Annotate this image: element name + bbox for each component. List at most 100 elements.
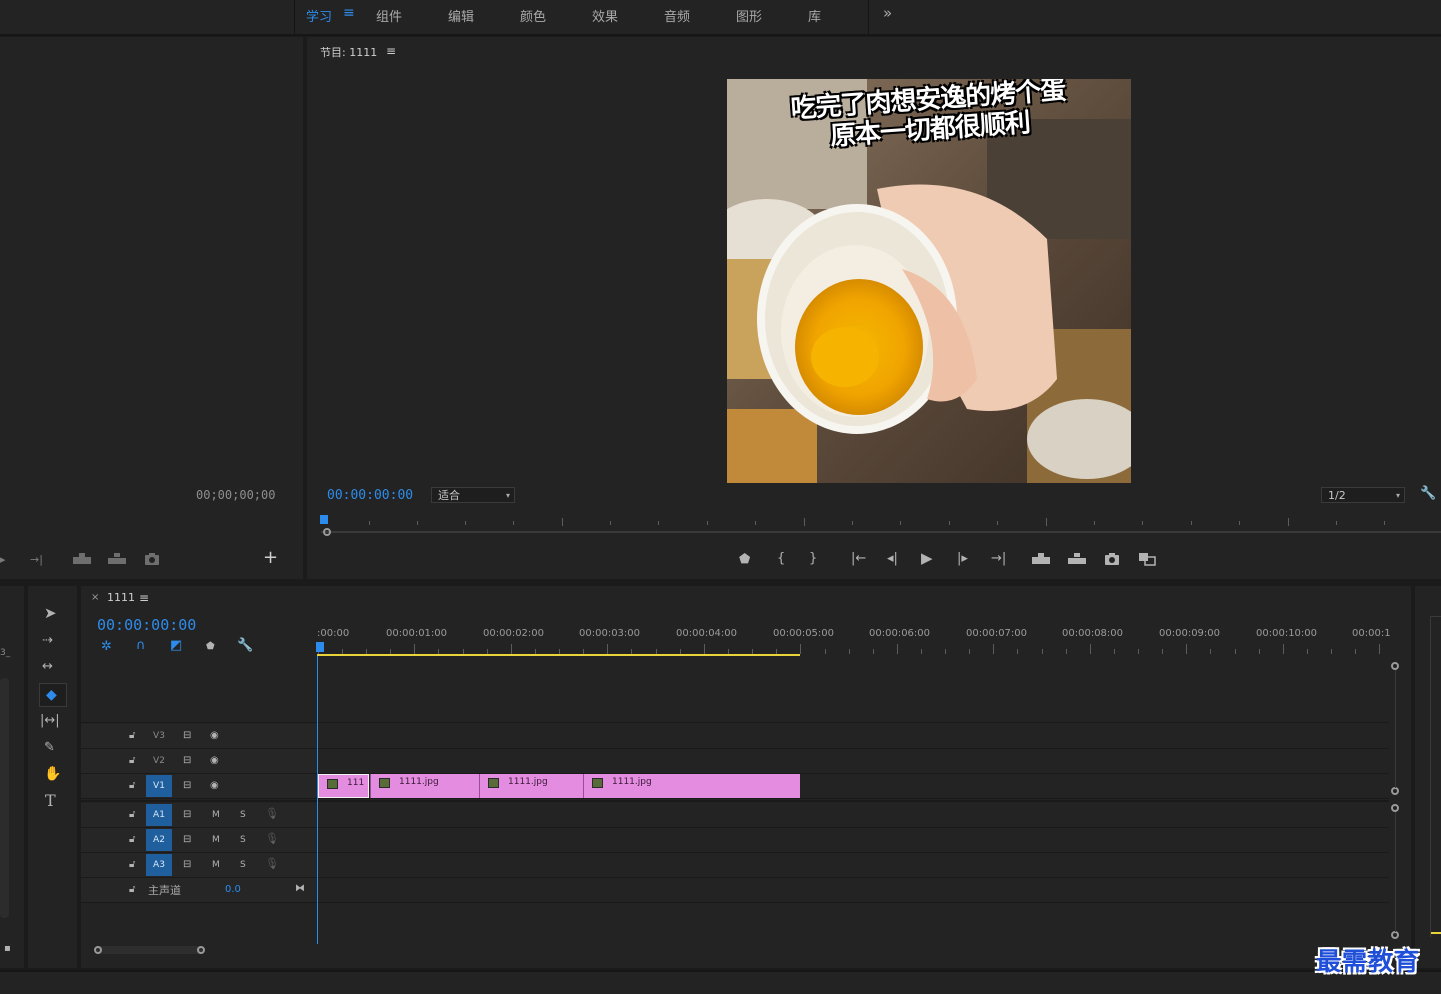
- play-icon[interactable]: ▶: [921, 551, 933, 566]
- lock-icon[interactable]: 🔓︎: [129, 858, 135, 872]
- workspace-menu-icon[interactable]: ≡: [343, 5, 355, 21]
- add-marker-icon[interactable]: ⬟: [206, 640, 215, 654]
- program-timecode[interactable]: 00:00:00:00: [327, 488, 413, 503]
- work-area-bar[interactable]: [317, 654, 800, 656]
- wrench-icon[interactable]: 🔧: [1420, 487, 1436, 501]
- tab-effects[interactable]: 效果: [592, 6, 618, 25]
- vertical-scroll-handle[interactable]: [1391, 804, 1399, 812]
- type-tool-icon[interactable]: T: [45, 793, 56, 809]
- add-marker-icon[interactable]: ⬟: [739, 553, 750, 567]
- mute-button[interactable]: M: [212, 858, 220, 872]
- add-button-icon[interactable]: +: [263, 549, 278, 567]
- tab-learn[interactable]: 学习: [306, 6, 332, 25]
- lock-icon[interactable]: 🔓︎: [129, 754, 135, 768]
- clip[interactable]: 1111.jpg: [479, 774, 583, 798]
- go-to-in-icon[interactable]: |←: [851, 552, 866, 566]
- mark-in-icon[interactable]: {: [777, 552, 785, 566]
- video-audio-divider[interactable]: [81, 800, 1389, 802]
- playhead-marker[interactable]: [316, 642, 324, 652]
- resolution-dropdown[interactable]: 1/2 ▾: [1321, 487, 1405, 503]
- sync-lock-icon[interactable]: ⊟: [183, 729, 191, 743]
- track-name[interactable]: V2: [146, 750, 172, 772]
- tab-libraries[interactable]: 库: [808, 6, 821, 25]
- playhead-line[interactable]: [317, 656, 318, 944]
- hand-tool-icon[interactable]: ✋: [44, 767, 61, 781]
- mute-button[interactable]: M: [212, 808, 220, 822]
- zoom-handle-left[interactable]: [94, 946, 102, 954]
- lock-icon[interactable]: 🔓︎: [129, 808, 135, 822]
- solo-button[interactable]: S: [240, 833, 246, 847]
- selection-tool-icon[interactable]: ➤: [44, 606, 57, 621]
- microphone-icon[interactable]: 🎙︎: [265, 807, 279, 821]
- ripple-edit-tool-icon[interactable]: ↔: [42, 660, 53, 674]
- lift-icon[interactable]: [1031, 552, 1051, 566]
- horizontal-zoom-scrollbar[interactable]: [95, 946, 203, 954]
- panel-options-icon[interactable]: ▪: [4, 942, 11, 956]
- lock-icon[interactable]: 🔓︎: [129, 833, 135, 847]
- track-select-tool-icon[interactable]: ⇢: [42, 634, 53, 648]
- track-target-a1[interactable]: A1: [146, 804, 172, 826]
- vertical-scrollbar[interactable]: [0, 678, 9, 918]
- sync-lock-icon[interactable]: ⊟: [183, 779, 191, 793]
- playhead-marker[interactable]: [320, 515, 328, 524]
- go-to-out-icon[interactable]: →|: [991, 552, 1006, 566]
- slip-tool-icon[interactable]: |↔|: [40, 714, 60, 728]
- sync-lock-icon[interactable]: ⊟: [183, 858, 191, 872]
- track-name[interactable]: V3: [146, 725, 172, 747]
- mark-out-icon[interactable]: }: [809, 552, 817, 566]
- sync-lock-icon[interactable]: ⊟: [183, 833, 191, 847]
- tab-assembly[interactable]: 组件: [376, 6, 402, 25]
- nest-sequence-icon[interactable]: ✲: [101, 640, 112, 654]
- mute-button[interactable]: M: [212, 833, 220, 847]
- export-frame-icon[interactable]: [144, 552, 160, 566]
- vertical-scroll-handle-bottom[interactable]: [1391, 931, 1399, 939]
- panel-menu-icon[interactable]: ≡: [386, 44, 396, 58]
- microphone-icon[interactable]: 🎙︎: [265, 832, 279, 846]
- lock-icon[interactable]: 🔓︎: [129, 779, 135, 793]
- panel-menu-icon[interactable]: ≡: [139, 591, 149, 605]
- track-target-a2[interactable]: A2: [146, 829, 172, 851]
- more-workspaces-icon[interactable]: »: [883, 4, 892, 22]
- sequence-tab[interactable]: 1111: [107, 591, 135, 604]
- scrubber-handle[interactable]: [323, 528, 331, 536]
- zoom-dropdown[interactable]: 适合 ▾: [431, 487, 515, 503]
- program-scrubber[interactable]: [320, 515, 1441, 536]
- master-volume-value[interactable]: 0.0: [225, 884, 241, 895]
- vertical-scroll-handle-top[interactable]: [1391, 662, 1399, 670]
- timeline-timecode[interactable]: 00:00:00:00: [97, 616, 196, 634]
- play-edge-icon[interactable]: ▸: [0, 553, 6, 567]
- microphone-icon[interactable]: 🎙︎: [265, 857, 279, 871]
- sync-lock-icon[interactable]: ⊟: [183, 754, 191, 768]
- sync-lock-icon[interactable]: ⊟: [183, 808, 191, 822]
- lock-icon[interactable]: 🔓︎: [129, 883, 135, 897]
- export-frame-icon[interactable]: [1104, 552, 1120, 566]
- linked-selection-icon[interactable]: ◩: [170, 639, 182, 653]
- tab-editing[interactable]: 编辑: [448, 6, 474, 25]
- zoom-handle-right[interactable]: [197, 946, 205, 954]
- solo-button[interactable]: S: [240, 808, 246, 822]
- pen-tool-icon[interactable]: ✎: [44, 741, 55, 755]
- eye-icon[interactable]: ◉: [210, 729, 219, 743]
- lock-icon[interactable]: 🔓︎: [129, 729, 135, 743]
- tab-audio[interactable]: 音频: [664, 6, 690, 25]
- insert-icon[interactable]: [72, 552, 92, 566]
- clip[interactable]: 1111.jpg: [370, 774, 479, 798]
- step-back-icon[interactable]: ◂|: [887, 552, 898, 566]
- step-forward-icon[interactable]: |▸: [957, 552, 968, 566]
- track-target-a3[interactable]: A3: [146, 854, 172, 876]
- overwrite-icon[interactable]: [107, 552, 127, 566]
- vertical-scroll-handle[interactable]: [1391, 787, 1399, 795]
- solo-button[interactable]: S: [240, 858, 246, 872]
- eye-icon[interactable]: ◉: [210, 779, 219, 793]
- clip[interactable]: 1111.jpg: [583, 774, 800, 798]
- timeline-settings-icon[interactable]: 🔧: [237, 639, 253, 653]
- extract-icon[interactable]: [1067, 552, 1087, 566]
- comparison-view-icon[interactable]: [1138, 552, 1156, 566]
- tab-color[interactable]: 颜色: [520, 6, 546, 25]
- time-ruler[interactable]: :00:00 00:00:01:00 00:00:02:00 00:00:03:…: [316, 622, 1391, 658]
- go-to-edit-point-icon[interactable]: ⧓: [295, 882, 305, 896]
- tab-graphics[interactable]: 图形: [736, 6, 762, 25]
- go-to-out-icon[interactable]: →|: [30, 553, 43, 567]
- track-target-v1[interactable]: V1: [146, 775, 172, 797]
- razor-tool-button[interactable]: ◆: [39, 683, 67, 707]
